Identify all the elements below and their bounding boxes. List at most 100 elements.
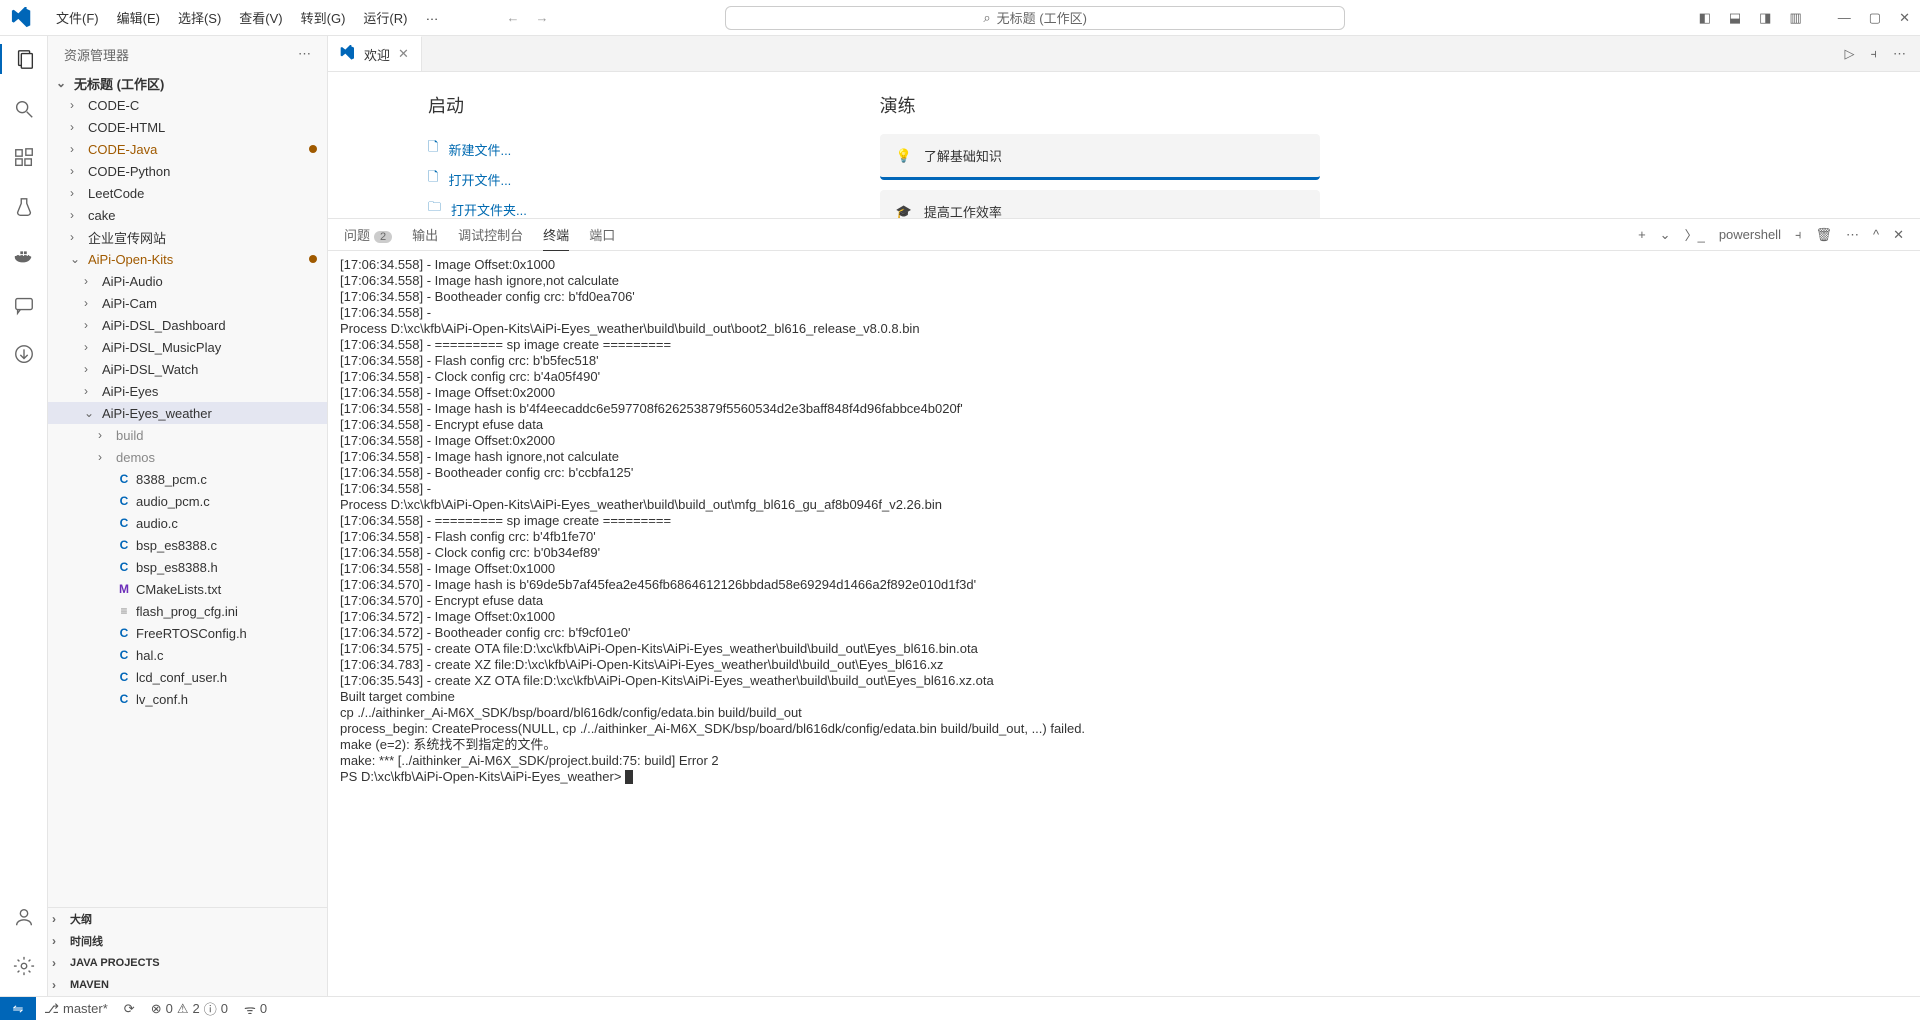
tree-item[interactable]: C 8388_pcm.c [48, 468, 327, 490]
tree-item[interactable]: ›demos [48, 446, 327, 468]
tab-label: 欢迎 [364, 45, 390, 64]
explorer-icon[interactable] [0, 44, 47, 74]
chat-icon[interactable] [13, 294, 35, 319]
tree-item[interactable]: C bsp_es8388.c [48, 534, 327, 556]
kill-terminal-icon[interactable]: 🗑 [1815, 227, 1832, 243]
tree-item[interactable]: ›build [48, 424, 327, 446]
section-header[interactable]: ›MAVEN [48, 974, 327, 996]
close-icon[interactable]: ✕ [1899, 10, 1910, 26]
tree-item[interactable]: C audio_pcm.c [48, 490, 327, 512]
maximize-icon[interactable]: ▢ [1869, 10, 1881, 26]
menu-item[interactable]: 文件(F) [48, 4, 107, 31]
section-header[interactable]: ›JAVA PROJECTS [48, 952, 327, 974]
terminal-dropdown-icon[interactable]: ⌄ [1660, 227, 1671, 243]
start-heading: 启动 [428, 92, 540, 118]
terminal-cursor [625, 770, 633, 784]
panel-tab-debug[interactable]: 调试控制台 [458, 219, 523, 250]
menu-item[interactable]: 运行(R) [355, 4, 415, 31]
tree-item[interactable]: ›AiPi-Audio [48, 270, 327, 292]
menu-item[interactable]: … [417, 4, 446, 31]
new-terminal-icon[interactable]: + [1638, 227, 1646, 242]
vscode-logo-icon [340, 45, 356, 64]
import-icon[interactable] [13, 343, 35, 368]
close-panel-icon[interactable]: ✕ [1893, 227, 1904, 243]
welcome-link[interactable]: 🗀打开文件夹... [428, 194, 540, 218]
tree-item[interactable]: C hal.c [48, 644, 327, 666]
command-center[interactable]: ⌕ 无标题 (工作区) [725, 6, 1345, 30]
terminal-output[interactable]: [17:06:34.558] - Image Offset:0x1000 [17… [328, 251, 1920, 996]
vscode-logo-icon [0, 7, 44, 29]
tree-item[interactable]: ›CODE-Java [48, 138, 327, 160]
tree-item[interactable]: ›企业宣传网站 [48, 226, 327, 248]
file-tree: ⌄无标题 (工作区)›CODE-C›CODE-HTML›CODE-Java›CO… [48, 72, 327, 907]
layout-panel-icon[interactable]: ⬓ [1729, 10, 1741, 26]
sidebar-more-icon[interactable]: ⋯ [298, 46, 311, 62]
antenna-icon: ᯤ [244, 1000, 256, 1018]
error-icon: ⊗ [151, 1001, 162, 1017]
tree-item[interactable]: C lcd_conf_user.h [48, 666, 327, 688]
minimize-icon[interactable]: — [1838, 10, 1851, 25]
walkthrough-card[interactable]: 💡了解基础知识 [880, 134, 1320, 180]
menu-item[interactable]: 选择(S) [170, 4, 229, 31]
welcome-link[interactable]: 🗋新建文件... [428, 134, 540, 164]
menu-item[interactable]: 转到(G) [293, 4, 354, 31]
tree-item[interactable]: ⌄AiPi-Eyes_weather [48, 402, 327, 424]
shell-label[interactable]: powershell [1719, 227, 1781, 242]
tree-item[interactable]: ›CODE-C [48, 94, 327, 116]
tree-item[interactable]: ›CODE-HTML [48, 116, 327, 138]
layout-custom-icon[interactable]: ▥ [1789, 10, 1801, 26]
panel-tab-output[interactable]: 输出 [412, 219, 438, 250]
panel-tab-terminal[interactable]: 终端 [543, 219, 569, 251]
tree-item[interactable]: ⌄AiPi-Open-Kits [48, 248, 327, 270]
nav-forward-icon[interactable]: → [535, 10, 548, 25]
section-header[interactable]: ›时间线 [48, 930, 327, 952]
menu-item[interactable]: 编辑(E) [109, 4, 168, 31]
problems-badge: 2 [374, 231, 392, 243]
panel-more-icon[interactable]: ⋯ [1846, 227, 1859, 243]
tree-item[interactable]: ›AiPi-DSL_Dashboard [48, 314, 327, 336]
tab-welcome[interactable]: 欢迎 ✕ [328, 36, 422, 71]
welcome-link[interactable]: 🗋打开文件... [428, 164, 540, 194]
tree-item[interactable]: ›AiPi-DSL_MusicPlay [48, 336, 327, 358]
tab-close-icon[interactable]: ✕ [398, 46, 409, 62]
tree-item[interactable]: ›AiPi-Cam [48, 292, 327, 314]
git-branch[interactable]: ⎇master* [36, 1001, 116, 1017]
tree-item[interactable]: M CMakeLists.txt [48, 578, 327, 600]
gear-icon[interactable] [13, 955, 35, 980]
layout-primary-icon[interactable]: ◧ [1699, 10, 1711, 26]
section-header[interactable]: ›大纲 [48, 908, 327, 930]
testing-icon[interactable] [13, 196, 35, 221]
status-problems[interactable]: ⊗0 ⚠2 ⓘ0 [143, 999, 236, 1018]
tree-item[interactable]: C FreeRTOSConfig.h [48, 622, 327, 644]
docker-icon[interactable] [13, 245, 35, 270]
more-icon[interactable]: ⋯ [1893, 46, 1906, 62]
run-icon[interactable]: ▷ [1845, 46, 1855, 62]
split-terminal-icon[interactable]: ⫞ [1795, 227, 1802, 243]
panel-tab-problems[interactable]: 问题2 [344, 219, 392, 250]
tree-item[interactable]: ›AiPi-Eyes [48, 380, 327, 402]
tree-item[interactable]: C audio.c [48, 512, 327, 534]
walkthrough-card[interactable]: 🎓提高工作效率 [880, 190, 1320, 218]
status-ports[interactable]: ᯤ0 [236, 1000, 275, 1018]
tree-item[interactable]: ⌄无标题 (工作区) [48, 72, 327, 94]
menu-item[interactable]: 查看(V) [231, 4, 290, 31]
sync-icon[interactable]: ⟳ [116, 1001, 143, 1017]
nav-back-icon[interactable]: ← [506, 10, 519, 25]
tree-item[interactable]: ›CODE-Python [48, 160, 327, 182]
split-icon[interactable]: ⫞ [1871, 46, 1878, 62]
layout-secondary-icon[interactable]: ◨ [1759, 10, 1771, 26]
tree-item[interactable]: ≡ flash_prog_cfg.ini [48, 600, 327, 622]
tree-item[interactable]: C lv_conf.h [48, 688, 327, 710]
maximize-panel-icon[interactable]: ^ [1873, 227, 1879, 242]
account-icon[interactable] [13, 906, 35, 931]
panel-tab-ports[interactable]: 端口 [589, 219, 615, 250]
tree-item[interactable]: C bsp_es8388.h [48, 556, 327, 578]
remote-icon[interactable]: ⇋ [0, 997, 36, 1020]
branch-icon: ⎇ [44, 1001, 59, 1017]
tree-item[interactable]: ›LeetCode [48, 182, 327, 204]
tree-item[interactable]: ›AiPi-DSL_Watch [48, 358, 327, 380]
search-activity-icon[interactable] [13, 98, 35, 123]
editor-area: 欢迎 ✕ ▷ ⫞ ⋯ 启动 🗋新建文件...🗋打开文件...🗀打开文件夹...⎇… [328, 36, 1920, 996]
tree-item[interactable]: ›cake [48, 204, 327, 226]
extensions-icon[interactable] [13, 147, 35, 172]
